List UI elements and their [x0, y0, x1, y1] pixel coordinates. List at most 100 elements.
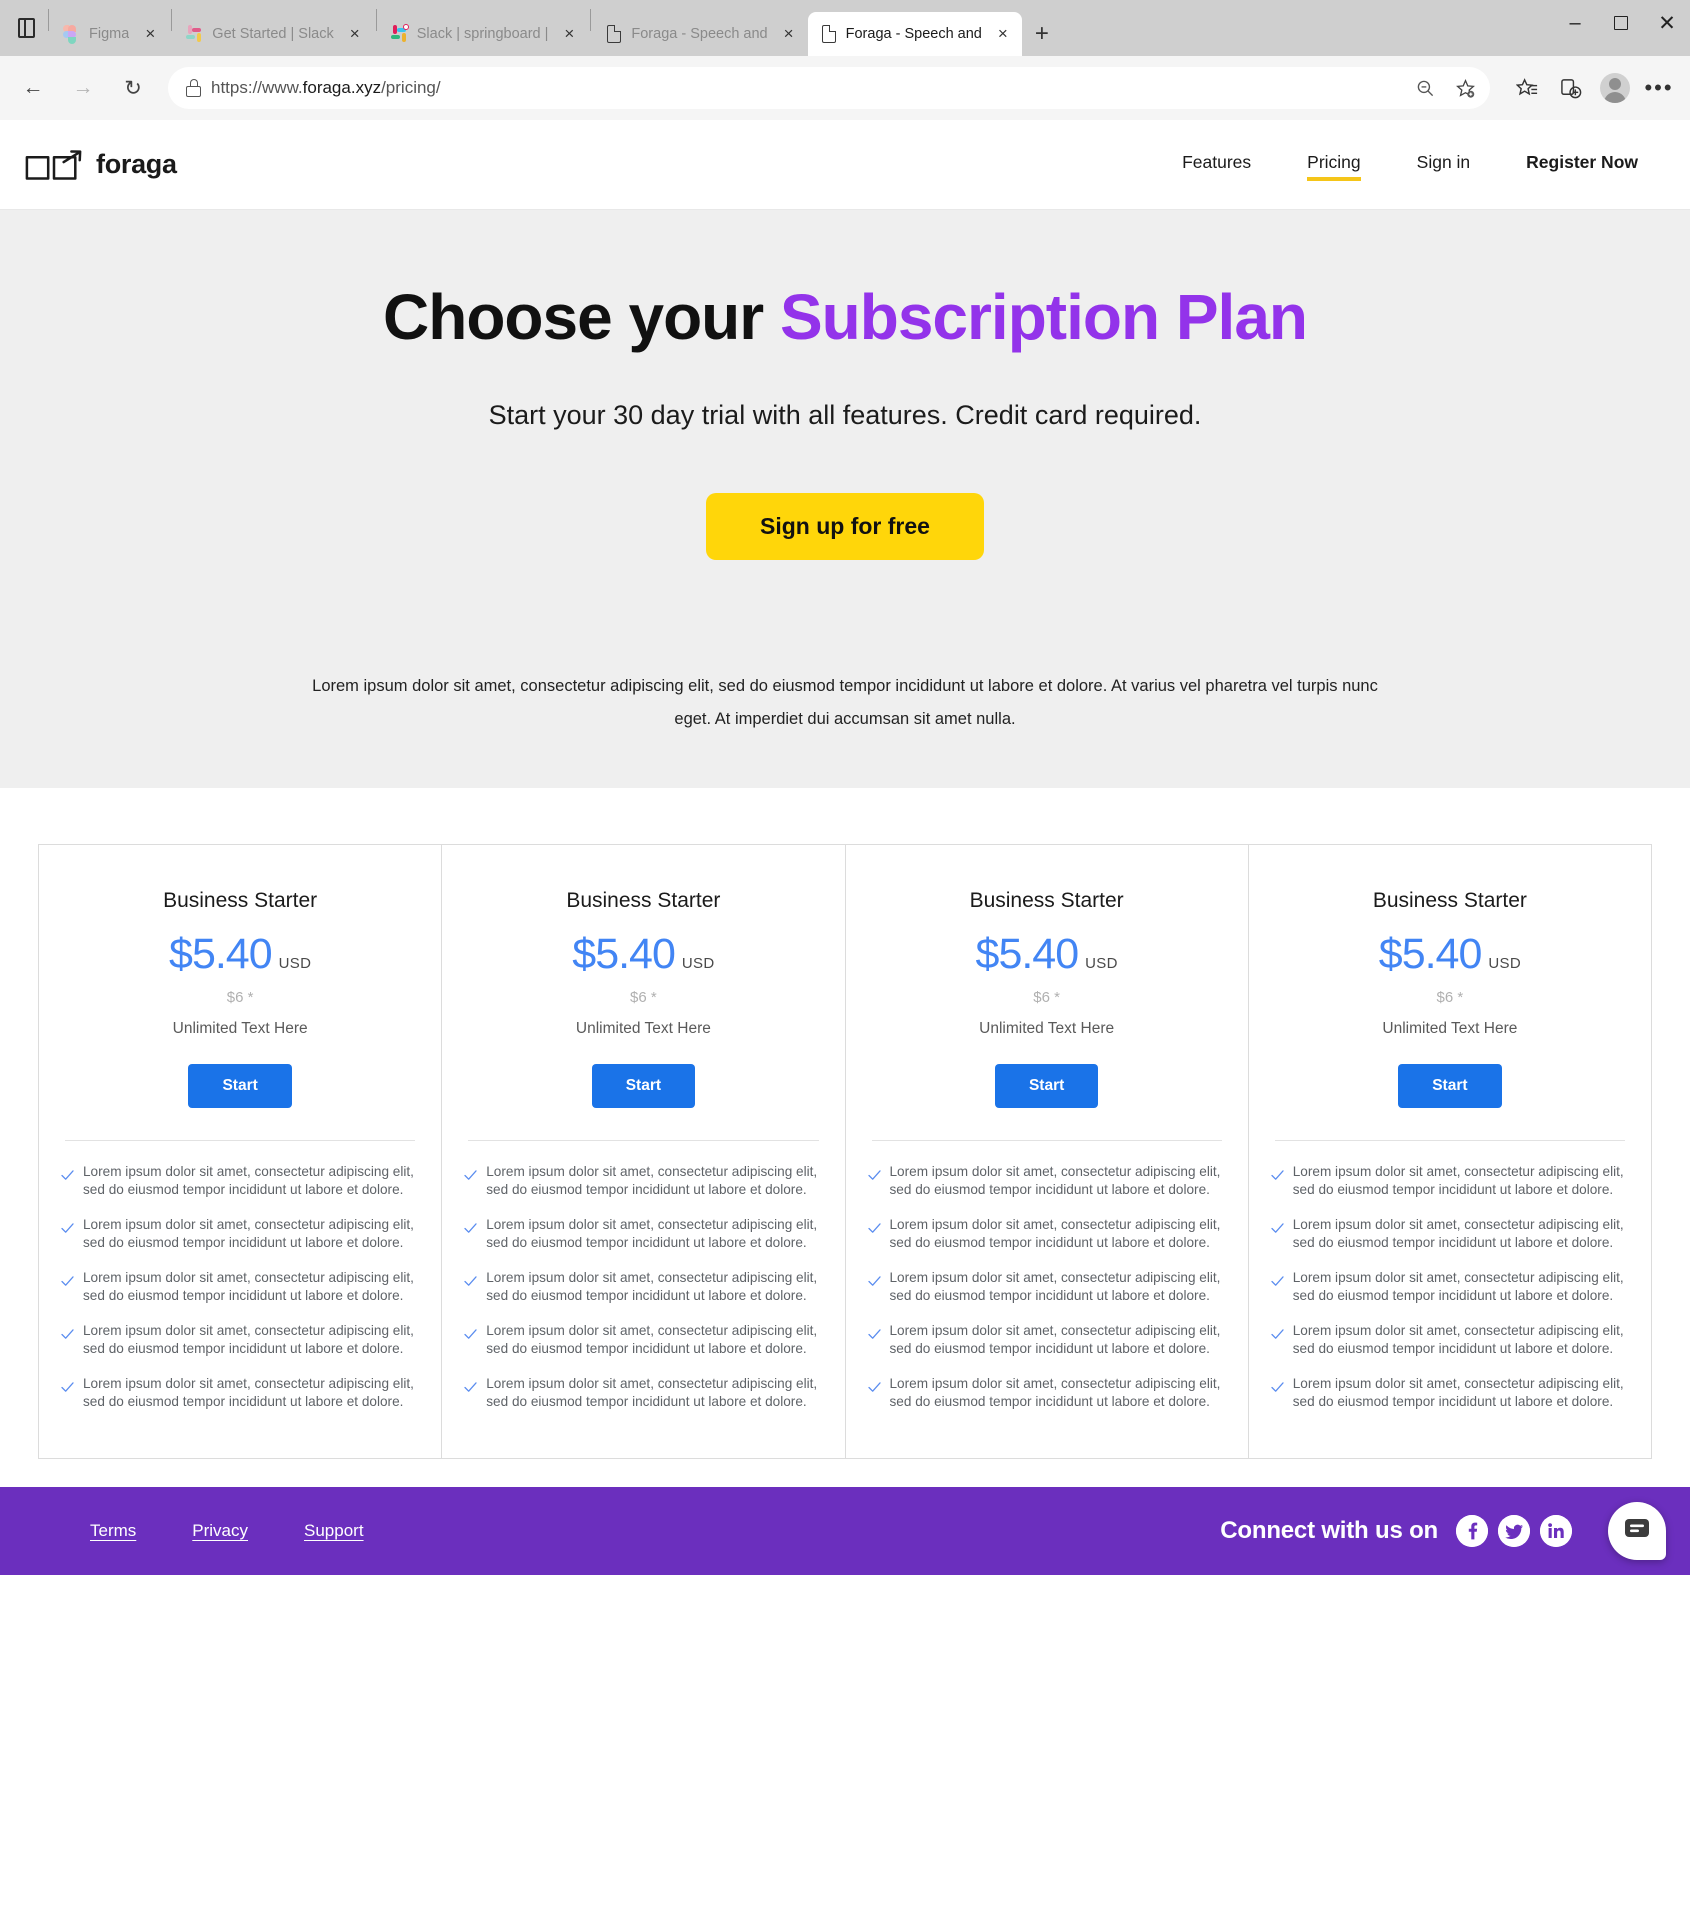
- document-icon: [605, 25, 623, 43]
- pricing-card: Business Starter $5.40 USD $6 * Unlimited…: [1247, 845, 1651, 1458]
- plan-price: $5.40 USD: [61, 933, 419, 976]
- page-viewport: foraga Features Pricing Sign in Register…: [0, 120, 1690, 1907]
- list-item: Lorem ipsum dolor sit amet, consectetur …: [61, 1375, 419, 1411]
- plan-price: $5.40 USD: [868, 933, 1226, 976]
- url-path: /pricing/: [381, 78, 441, 97]
- new-tab-button[interactable]: +: [1022, 12, 1062, 56]
- feature-text: Lorem ipsum dolor sit amet, consectetur …: [889, 1375, 1221, 1409]
- plan-name: Business Starter: [163, 889, 318, 913]
- start-button[interactable]: Start: [1398, 1064, 1502, 1109]
- divider: [48, 9, 49, 31]
- feature-text: Lorem ipsum dolor sit amet, consectetur …: [1292, 1323, 1624, 1356]
- twitter-icon[interactable]: [1498, 1514, 1530, 1547]
- start-button[interactable]: Start: [591, 1064, 696, 1109]
- collections-icon[interactable]: [1550, 67, 1592, 109]
- feature-text: Lorem ipsum dolor sit amet, consectetur …: [486, 1270, 818, 1304]
- footer-link-terms[interactable]: Terms: [90, 1521, 136, 1541]
- maximize-button[interactable]: [1598, 0, 1644, 46]
- check-icon: [1271, 1327, 1284, 1358]
- close-window-button[interactable]: ✕: [1644, 0, 1690, 46]
- plan-note: Unlimited Text Here: [1382, 1020, 1518, 1038]
- chat-widget-button[interactable]: [1608, 1501, 1666, 1560]
- feature-text: Lorem ipsum dolor sit amet, consectetur …: [83, 1217, 414, 1251]
- plan-feature-list: Lorem ipsum dolor sit amet, consectetur …: [1271, 1163, 1629, 1410]
- browser-tab-foraga-1[interactable]: Foraga - Speech and ×: [593, 12, 807, 56]
- list-item: Lorem ipsum dolor sit amet, consectetur …: [464, 1216, 822, 1252]
- feature-text: Lorem ipsum dolor sit amet, consectetur …: [1292, 1375, 1624, 1409]
- page-title-accent: Subscription Plan: [779, 281, 1308, 353]
- price-amount: $5.40: [572, 930, 676, 979]
- tab-title: Foraga - Speech and: [845, 26, 982, 42]
- site-logo[interactable]: foraga: [24, 148, 177, 182]
- list-item: Lorem ipsum dolor sit amet, consectetur …: [867, 1375, 1226, 1411]
- divider: [375, 9, 377, 31]
- figma-icon: [63, 25, 81, 44]
- check-icon: [464, 1380, 477, 1411]
- site-logo-text: foraga: [96, 149, 177, 179]
- price-original: $6 *: [1033, 989, 1060, 1007]
- browser-tab-get-started-slack[interactable]: Get Started | Slack ×: [174, 12, 373, 56]
- tab-close-icon[interactable]: ×: [137, 21, 163, 47]
- social-icons: [1456, 1514, 1572, 1547]
- plan-button-wrap: Start: [868, 1064, 1226, 1109]
- linkedin-icon[interactable]: [1540, 1514, 1572, 1547]
- browser-tab-foraga-2-active[interactable]: Foraga - Speech and ×: [807, 12, 1022, 56]
- url-text: https://www.foraga.xyz/pricing/: [211, 78, 1396, 98]
- zoom-out-icon[interactable]: [1406, 69, 1444, 107]
- favorites-list-icon[interactable]: [1506, 67, 1548, 109]
- nav-link-pricing[interactable]: Pricing: [1307, 152, 1361, 181]
- chat-bubble-icon: [1624, 1518, 1650, 1543]
- check-icon: [61, 1274, 74, 1305]
- price-currency: USD: [1085, 955, 1118, 973]
- price-amount: $5.40: [975, 930, 1080, 979]
- divider: [590, 9, 592, 31]
- profile-avatar[interactable]: [1594, 67, 1636, 109]
- price-original: $6 *: [226, 989, 254, 1007]
- reload-button[interactable]: ↻: [110, 65, 156, 111]
- plan-note: Unlimited Text Here: [172, 1020, 308, 1038]
- settings-more-icon[interactable]: •••: [1638, 67, 1680, 109]
- back-button[interactable]: ←: [10, 65, 56, 111]
- footer-link-support[interactable]: Support: [304, 1521, 364, 1541]
- tab-close-icon[interactable]: ×: [776, 21, 802, 47]
- nav-link-register-now[interactable]: Register Now: [1526, 152, 1638, 178]
- nav-link-features[interactable]: Features: [1182, 152, 1251, 178]
- address-bar[interactable]: https://www.foraga.xyz/pricing/: [168, 67, 1490, 109]
- browser-tab-figma[interactable]: Figma ×: [51, 12, 169, 56]
- plan-button-wrap: Start: [61, 1064, 419, 1109]
- tab-close-icon[interactable]: ×: [342, 21, 368, 47]
- plan-name: Business Starter: [1372, 889, 1527, 913]
- price-currency: USD: [278, 955, 312, 973]
- start-button[interactable]: Start: [188, 1064, 292, 1109]
- price-original: $6 *: [1436, 989, 1464, 1007]
- feature-text: Lorem ipsum dolor sit amet, consectetur …: [486, 1164, 818, 1198]
- forward-button[interactable]: →: [60, 65, 106, 111]
- price-currency: USD: [1488, 955, 1521, 973]
- site-info-lock-icon[interactable]: [186, 79, 201, 97]
- list-item: Lorem ipsum dolor sit amet, consectetur …: [1271, 1322, 1629, 1358]
- add-favorite-icon[interactable]: [1446, 69, 1484, 107]
- footer-social-area: Connect with us on: [1220, 1514, 1662, 1547]
- list-item: Lorem ipsum dolor sit amet, consectetur …: [61, 1322, 419, 1358]
- check-icon: [61, 1380, 74, 1411]
- start-button[interactable]: Start: [994, 1064, 1099, 1109]
- nav-link-sign-in[interactable]: Sign in: [1417, 152, 1471, 178]
- tab-actions-icon[interactable]: [6, 0, 46, 56]
- browser-tab-slack-springboard[interactable]: Slack | springboard | ×: [379, 12, 589, 56]
- tab-close-icon[interactable]: ×: [556, 21, 582, 47]
- tab-title: Foraga - Speech and: [631, 26, 768, 42]
- plan-note: Unlimited Text Here: [575, 1020, 711, 1038]
- divider: [871, 1140, 1222, 1142]
- feature-text: Lorem ipsum dolor sit amet, consectetur …: [889, 1217, 1221, 1251]
- pricing-card: Business Starter $5.40 USD $6 * Unlimited…: [844, 845, 1248, 1458]
- list-item: Lorem ipsum dolor sit amet, consectetur …: [867, 1322, 1226, 1358]
- list-item: Lorem ipsum dolor sit amet, consectetur …: [1271, 1375, 1629, 1411]
- footer-link-privacy[interactable]: Privacy: [192, 1521, 248, 1541]
- price-amount: $5.40: [1378, 930, 1483, 979]
- facebook-icon[interactable]: [1456, 1514, 1488, 1547]
- document-icon: [820, 25, 838, 43]
- minimize-button[interactable]: –: [1552, 0, 1598, 46]
- sign-up-for-free-button[interactable]: Sign up for free: [706, 493, 984, 561]
- tab-close-icon[interactable]: ×: [990, 21, 1016, 47]
- check-icon: [867, 1274, 881, 1305]
